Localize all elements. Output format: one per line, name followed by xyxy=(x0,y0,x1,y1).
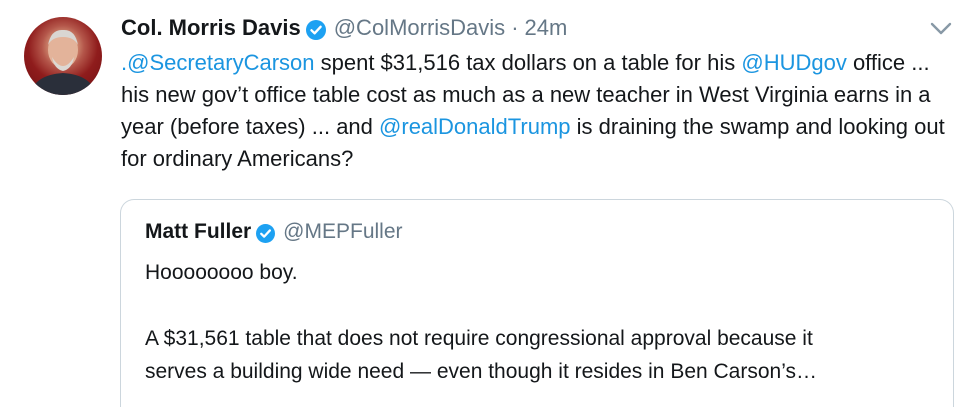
quoted-text-line: Hoooooooo boy. xyxy=(145,261,298,284)
timestamp[interactable]: 24m xyxy=(525,13,568,43)
quoted-tweet-header: Matt Fuller @MEPFuller xyxy=(145,218,403,246)
verified-badge-icon xyxy=(256,223,276,243)
quoted-tweet-text: Hoooooooo boy. A $31,561 table that does… xyxy=(145,256,935,388)
quoted-text-line: A $31,561 table that does not require co… xyxy=(145,327,813,350)
tweet-text-segment: spent $31,516 tax dollars on a table for… xyxy=(314,50,742,75)
tweet-text: .@SecretaryCarson spent $31,516 tax doll… xyxy=(121,47,951,175)
mention-real-donald-trump[interactable]: @realDonaldTrump xyxy=(379,114,570,139)
chevron-down-icon[interactable] xyxy=(928,21,954,37)
avatar[interactable] xyxy=(24,17,102,95)
verified-badge-icon xyxy=(305,18,326,40)
author-handle[interactable]: @ColMorrisDavis xyxy=(334,13,505,43)
mention-hudgov[interactable]: @HUDgov xyxy=(741,50,846,75)
separator-dot: · xyxy=(511,15,519,40)
quoted-text-line: serves a building wide need — even thoug… xyxy=(145,360,817,383)
tweet-header: Col. Morris Davis @ColMorrisDavis · 24m xyxy=(121,13,567,43)
quoted-tweet-card[interactable]: Matt Fuller @MEPFuller Hoooooooo boy. A … xyxy=(120,199,954,407)
author-name[interactable]: Col. Morris Davis xyxy=(121,13,301,43)
quoted-author-handle: @MEPFuller xyxy=(283,220,403,243)
mention-secretary-carson[interactable]: .@SecretaryCarson xyxy=(121,50,315,75)
quoted-author-name: Matt Fuller xyxy=(145,220,252,243)
